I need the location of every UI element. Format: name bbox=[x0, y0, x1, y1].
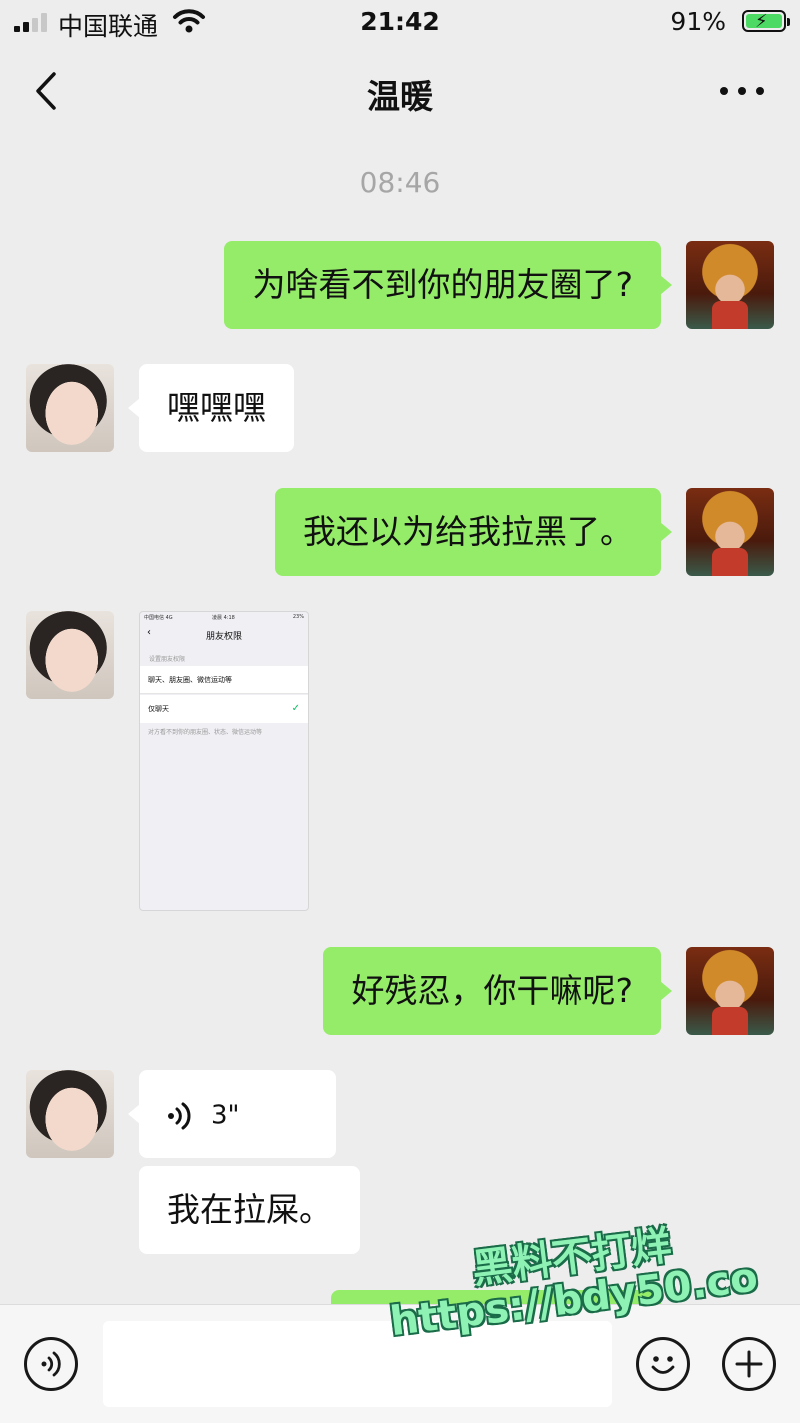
contact-avatar[interactable] bbox=[26, 1070, 114, 1158]
message-timestamp: 08:46 bbox=[359, 166, 441, 199]
status-bar: 中国联通 21:42 91% ⚡ bbox=[0, 0, 800, 44]
message-input[interactable] bbox=[103, 1321, 612, 1407]
plus-icon bbox=[735, 1350, 763, 1378]
contact-avatar[interactable] bbox=[26, 611, 114, 699]
plus-button[interactable] bbox=[722, 1337, 776, 1391]
thumb-title: 朋友权限 bbox=[205, 632, 242, 642]
voice-icon bbox=[41, 1351, 61, 1377]
thumb-note: 对方看不到你的朋友圈、状态、微信运动等 bbox=[148, 729, 263, 736]
battery-icon: ⚡ bbox=[742, 10, 790, 32]
message-bubble-outgoing[interactable]: 我还以为给我拉黑了。 bbox=[275, 488, 672, 576]
more-options-icon[interactable] bbox=[720, 80, 764, 100]
message-bubble-outgoing[interactable]: 为啥看不到你的朋友圈了? bbox=[224, 241, 672, 329]
thumb-status-bar: 中国电信 4G 凌晨 4:18 23% bbox=[144, 614, 304, 621]
emoji-button[interactable] bbox=[636, 1337, 690, 1391]
voice-duration: 3" bbox=[211, 1100, 240, 1131]
contact-avatar[interactable] bbox=[26, 364, 114, 452]
image-message-screenshot[interactable]: 中国电信 4G 凌晨 4:18 23% ‹ 朋友权限 设置朋友权限 聊天、朋友圈… bbox=[139, 611, 309, 911]
voice-wave-icon bbox=[168, 1102, 191, 1129]
emoji-icon bbox=[651, 1356, 675, 1374]
message-bubble-outgoing[interactable]: 好残忍，你干嘛呢? bbox=[323, 947, 672, 1035]
thumb-nav: ‹ 朋友权限 bbox=[140, 624, 308, 646]
chat-title: 温暖 bbox=[367, 77, 433, 116]
voice-input-button[interactable] bbox=[24, 1337, 78, 1391]
self-avatar[interactable] bbox=[686, 241, 774, 329]
voice-message[interactable]: 3" bbox=[128, 1070, 336, 1158]
input-bar bbox=[0, 1304, 800, 1423]
thumb-section-label: 设置朋友权限 bbox=[149, 656, 186, 663]
thumb-option-1: 聊天、朋友圈、微信运动等 bbox=[140, 666, 308, 694]
self-avatar[interactable] bbox=[686, 947, 774, 1035]
thumb-option-2: 仅聊天 ✓ bbox=[140, 695, 308, 723]
self-avatar[interactable] bbox=[686, 488, 774, 576]
message-bubble-incoming[interactable]: 嘿嘿嘿 bbox=[128, 364, 294, 452]
message-bubble-incoming[interactable]: 我在拉屎。 bbox=[139, 1166, 360, 1254]
watermark-line-1: 黑料不打烊 bbox=[469, 1222, 674, 1293]
checkmark-icon: ✓ bbox=[291, 703, 300, 714]
battery-percent: 91% bbox=[670, 7, 726, 36]
chat-header: 温暖 bbox=[0, 44, 800, 136]
